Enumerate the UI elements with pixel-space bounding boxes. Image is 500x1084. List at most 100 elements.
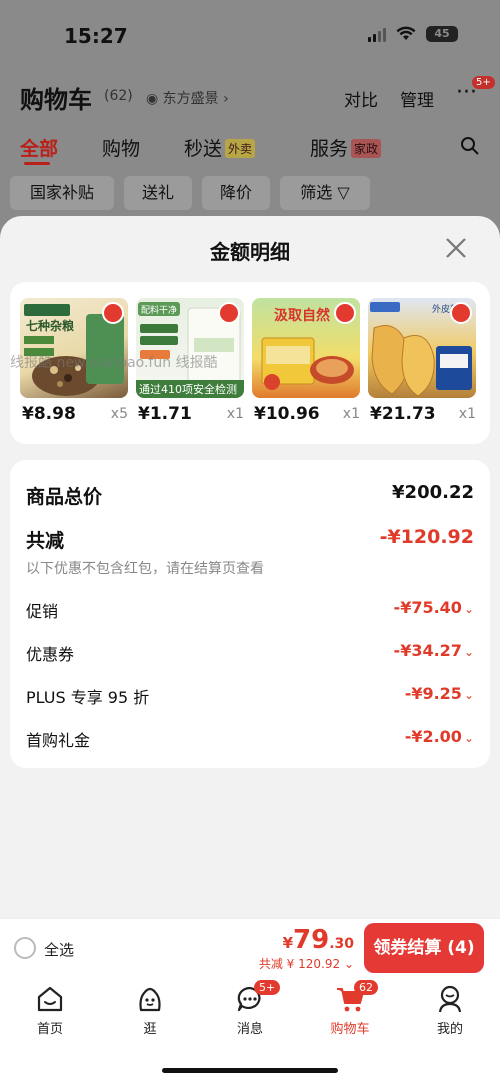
coupon-value: -¥34.27 bbox=[393, 641, 462, 660]
total-row: 商品总价 ¥200.22 bbox=[26, 482, 474, 510]
more-badge: 5+ bbox=[472, 76, 495, 89]
home-icon bbox=[37, 986, 63, 1012]
product-image: 外皮薄 bbox=[368, 298, 476, 398]
product-item[interactable]: 外皮薄 ¥21.73 x1 bbox=[368, 298, 476, 424]
message-badge: 5+ bbox=[254, 980, 281, 995]
home-indicator bbox=[162, 1068, 338, 1073]
discount-note: 以下优惠不包含红包，请在结算页查看 bbox=[26, 561, 264, 577]
status-icons: 45 bbox=[368, 26, 458, 42]
filter-price-drop[interactable]: 降价 bbox=[202, 176, 270, 210]
price-decimal: .30 bbox=[329, 936, 354, 952]
signal-icon bbox=[368, 26, 386, 42]
tab-label: 全部 bbox=[20, 138, 59, 160]
product-quantity: x1 bbox=[342, 406, 360, 422]
tab-services[interactable]: 服务 家政 bbox=[310, 134, 382, 161]
nav-label: 我的 bbox=[436, 1022, 463, 1037]
sheet-title: 金额明细 bbox=[210, 240, 290, 264]
product-price: ¥10.96 bbox=[254, 404, 320, 424]
product-price: ¥1.71 bbox=[138, 404, 192, 424]
product-quantity: x5 bbox=[110, 406, 128, 422]
checkout-button[interactable]: 领券结算 (4) bbox=[364, 923, 484, 973]
tab-tag: 外卖 bbox=[225, 139, 256, 158]
nav-label: 首页 bbox=[36, 1022, 63, 1037]
tab-label: 秒送 bbox=[184, 138, 223, 160]
manage-button[interactable]: 管理 bbox=[400, 86, 434, 111]
nav-item-explore[interactable]: 逛 bbox=[110, 984, 190, 1037]
status-time: 15:27 bbox=[64, 24, 128, 48]
filter-screen[interactable]: 筛选 ▽ bbox=[280, 176, 370, 210]
close-icon[interactable] bbox=[442, 234, 470, 262]
discount-value: -¥120.92 bbox=[379, 526, 474, 548]
product-item[interactable]: 七种杂粮 ¥8.98 x5 bbox=[20, 298, 128, 424]
plus-discount-row[interactable]: PLUS 专享 95 折 -¥9.25 ⌄ bbox=[26, 684, 474, 708]
discount-row: 共减 -¥120.92 bbox=[26, 526, 474, 554]
product-art-text: 汲取自然 bbox=[274, 307, 330, 324]
tab-label: 购物 bbox=[102, 138, 141, 160]
coupon-row[interactable]: 优惠券 -¥34.27 ⌄ bbox=[26, 641, 474, 665]
nav-label: 消息 bbox=[236, 1022, 263, 1037]
first-purchase-value: -¥2.00 bbox=[404, 727, 462, 746]
profile-icon bbox=[438, 985, 462, 1013]
chevron-down-icon: ⌄ bbox=[340, 957, 354, 971]
product-quantity: x1 bbox=[458, 406, 476, 422]
eye-icon: ◉ bbox=[146, 91, 163, 107]
price-integer: 79 bbox=[293, 925, 330, 955]
nav-label: 逛 bbox=[143, 1022, 157, 1037]
total-discount-toggle[interactable]: 共减 ¥ 120.92 ⌄ bbox=[259, 955, 354, 972]
background-page: 15:27 45 购物车 (62) ◉ 东方盛景 › 对比 管理 ··· 5+ … bbox=[0, 0, 500, 240]
location-selector[interactable]: ◉ 东方盛景 › bbox=[146, 88, 229, 108]
search-icon[interactable] bbox=[460, 136, 480, 156]
page-title: 购物车 bbox=[20, 86, 92, 114]
chevron-down-icon: ⌄ bbox=[463, 731, 474, 745]
total-label: 商品总价 bbox=[26, 486, 103, 508]
first-purchase-row[interactable]: 首购礼金 -¥2.00 ⌄ bbox=[26, 727, 474, 751]
tab-tag: 家政 bbox=[351, 139, 382, 158]
checkout-bar: 全选 ¥79.30 共减 ¥ 120.92 ⌄ 领券结算 (4) bbox=[0, 918, 500, 978]
cart-tabs: 全部 购物 秒送 外卖 服务 家政 bbox=[20, 134, 480, 165]
tab-underline bbox=[24, 162, 50, 165]
tab-flash-delivery[interactable]: 秒送 外卖 bbox=[184, 134, 256, 161]
location-label: 东方盛景 bbox=[162, 91, 219, 107]
product-item[interactable]: 配料干净 通过410项安全检测 ¥1.71 x1 bbox=[136, 298, 244, 424]
tab-all[interactable]: 全部 bbox=[20, 134, 58, 161]
product-image: 配料干净 通过410项安全检测 bbox=[136, 298, 244, 398]
product-quantity: x1 bbox=[226, 406, 244, 422]
battery-icon: 45 bbox=[426, 26, 458, 42]
nav-item-messages[interactable]: 5+ 消息 bbox=[210, 980, 290, 1037]
product-item[interactable]: 汲取自然 ¥10.96 x1 bbox=[252, 298, 360, 424]
product-image: 汲取自然 bbox=[252, 298, 360, 398]
promo-label: 促销 bbox=[26, 602, 59, 621]
nav-item-cart[interactable]: 62 购物车 bbox=[310, 980, 390, 1037]
total-price: ¥79.30 bbox=[283, 925, 354, 955]
amount-summary: 商品总价 ¥200.22 共减 -¥120.92 以下优惠不包含红包，请在结算页… bbox=[10, 460, 490, 768]
product-price: ¥8.98 bbox=[22, 404, 76, 424]
cart-badge: 62 bbox=[354, 980, 378, 995]
check-icon bbox=[102, 302, 124, 324]
first-purchase-label: 首购礼金 bbox=[26, 731, 91, 750]
select-all-label[interactable]: 全选 bbox=[44, 939, 74, 960]
nav-item-profile[interactable]: 我的 bbox=[410, 984, 490, 1037]
check-icon bbox=[218, 302, 240, 324]
compare-button[interactable]: 对比 bbox=[344, 86, 378, 111]
chevron-down-icon: ⌄ bbox=[463, 602, 474, 616]
discount-label: 共减 bbox=[26, 530, 65, 552]
chevron-right-icon: › bbox=[218, 91, 229, 107]
filter-label: 筛选 bbox=[300, 183, 333, 202]
filter-national-subsidy[interactable]: 国家补贴 bbox=[10, 176, 114, 210]
check-icon bbox=[334, 302, 356, 324]
tab-shopping[interactable]: 购物 bbox=[102, 134, 140, 161]
product-art-text: 通过410项安全检测 bbox=[139, 382, 237, 396]
product-thumbnails: 七种杂粮 ¥8.98 x5 配料干净 通过410项安全检测 ¥1.71 x1 汲… bbox=[10, 282, 490, 444]
promo-value: -¥75.40 bbox=[393, 598, 462, 617]
nav-item-home[interactable]: 首页 bbox=[10, 984, 90, 1037]
chevron-down-icon: ⌄ bbox=[463, 645, 474, 659]
tab-label: 服务 bbox=[310, 138, 349, 160]
coupon-label: 优惠券 bbox=[26, 645, 75, 664]
select-all-checkbox[interactable] bbox=[14, 937, 36, 959]
promo-row[interactable]: 促销 -¥75.40 ⌄ bbox=[26, 598, 474, 622]
product-art-text: 七种杂粮 bbox=[26, 318, 74, 333]
explore-icon bbox=[139, 987, 161, 1012]
bottom-nav: 首页 逛 5+ 消息 62 购物车 我的 bbox=[0, 978, 500, 1084]
filter-gift[interactable]: 送礼 bbox=[124, 176, 192, 210]
cart-header: 购物车 (62) ◉ 东方盛景 › 对比 管理 ··· 5+ bbox=[20, 76, 495, 116]
